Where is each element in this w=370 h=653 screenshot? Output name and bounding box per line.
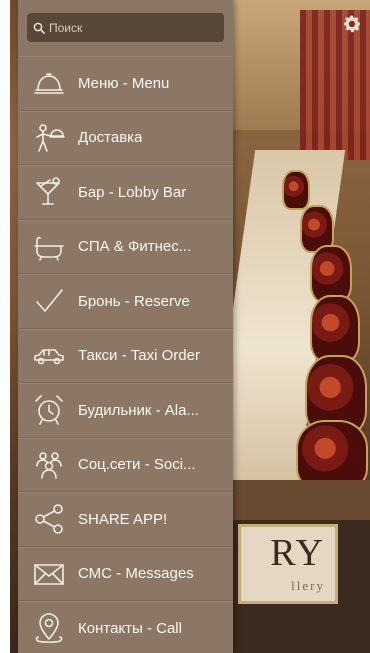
menu-list: Меню - Menu Доставка Бар - Lobby Bar СПА… — [18, 56, 233, 653]
menu-item-delivery[interactable]: Доставка — [18, 110, 233, 165]
menu-item-alarm[interactable]: Будильник - Ala... — [18, 383, 233, 438]
menu-item-share-app[interactable]: SHARE APP! — [18, 492, 233, 547]
menu-item-label: Бронь - Reserve — [78, 292, 190, 310]
cocktail-icon — [31, 175, 67, 209]
brand-logo: RY llery — [238, 524, 338, 604]
search-icon — [33, 22, 45, 34]
menu-item-label: Доставка — [78, 129, 143, 147]
menu-item-menu[interactable]: Меню - Menu — [18, 56, 233, 111]
cloche-icon — [31, 66, 67, 100]
menu-item-label: Бар - Lobby Bar — [78, 183, 187, 201]
menu-item-label: Контакты - Call — [78, 619, 182, 637]
envelope-icon — [31, 557, 67, 591]
menu-item-lobby-bar[interactable]: Бар - Lobby Bar — [18, 165, 233, 220]
menu-item-spa-fitness[interactable]: СПА & Фитнес... — [18, 219, 233, 274]
chair — [310, 295, 360, 363]
menu-item-label: SHARE APP! — [78, 510, 168, 528]
menu-item-label: СПА & Фитнес... — [78, 238, 192, 256]
floor — [232, 480, 370, 520]
car-icon — [31, 339, 67, 373]
gear-icon[interactable] — [341, 13, 363, 35]
menu-item-taxi[interactable]: Такси - Taxi Order — [18, 328, 233, 383]
share-icon — [31, 502, 67, 536]
checkmark-icon — [31, 284, 67, 318]
menu-item-label: Меню - Menu — [78, 74, 170, 92]
chair — [282, 170, 310, 210]
menu-item-label: Соц.сети - Soci... — [78, 456, 196, 474]
menu-item-label: СМС - Messages — [78, 565, 194, 583]
menu-item-contacts[interactable]: Контакты - Call — [18, 601, 233, 653]
search-input[interactable] — [49, 20, 224, 35]
people-icon — [31, 448, 67, 482]
menu-item-social[interactable]: Соц.сети - Soci... — [18, 437, 233, 492]
menu-item-label: Такси - Taxi Order — [78, 347, 200, 365]
search-bar[interactable] — [27, 13, 224, 42]
menu-item-label: Будильник - Ala... — [78, 401, 199, 419]
delivery-waiter-icon — [31, 121, 67, 155]
menu-item-messages[interactable]: СМС - Messages — [18, 546, 233, 601]
logo-subtext: llery — [291, 578, 325, 593]
bathtub-icon — [31, 230, 67, 264]
logo-text: RY — [270, 532, 325, 574]
navigation-drawer: Меню - Menu Доставка Бар - Lobby Bar СПА… — [18, 0, 233, 653]
location-pin-icon — [31, 611, 67, 645]
menu-item-reserve[interactable]: Бронь - Reserve — [18, 274, 233, 329]
alarm-clock-icon — [31, 393, 67, 427]
